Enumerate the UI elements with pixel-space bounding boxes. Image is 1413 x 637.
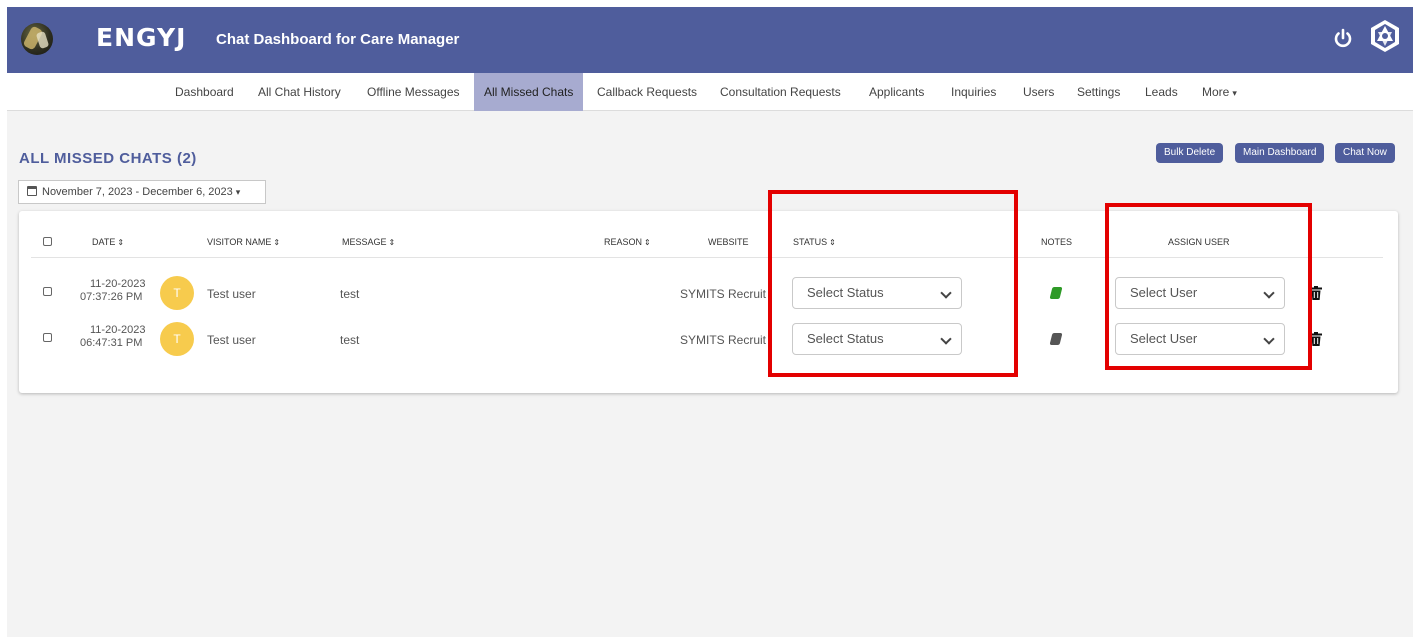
nav-item-offline-messages[interactable]: Offline Messages xyxy=(367,73,460,111)
row-date-time: 07:37:26 PM xyxy=(80,291,143,303)
gem-icon[interactable] xyxy=(1369,19,1401,53)
row-website: SYMITS Recruit xyxy=(680,333,767,347)
nav-item-leads[interactable]: Leads xyxy=(1145,73,1178,111)
sort-icon: ⇕ xyxy=(273,238,281,247)
column-reason-label: REASON xyxy=(604,237,643,247)
caret-down-icon: ▾ xyxy=(235,187,241,197)
row-message: test xyxy=(340,333,360,347)
notes-icon[interactable] xyxy=(1049,333,1063,345)
column-header-date[interactable]: DATE ⇕ xyxy=(92,237,124,247)
avatar: T xyxy=(160,276,194,310)
avatar: T xyxy=(160,322,194,356)
caret-down-icon: ▾ xyxy=(1232,88,1237,98)
sort-icon: ⇕ xyxy=(117,238,125,247)
date-range-picker[interactable]: November 7, 2023 - December 6, 2023 ▾ xyxy=(18,180,266,204)
nav-item-consultation-requests[interactable]: Consultation Requests xyxy=(720,73,841,111)
nav-item-all-chat-history[interactable]: All Chat History xyxy=(258,73,341,111)
row-website: SYMITS Recruit xyxy=(680,287,767,301)
status-highlight-box xyxy=(768,190,1018,377)
chat-now-button[interactable]: Chat Now xyxy=(1335,143,1395,163)
column-message-label: MESSAGE xyxy=(342,237,387,247)
nav-more-label: More xyxy=(1202,85,1230,99)
nav-item-applicants[interactable]: Applicants xyxy=(869,73,924,111)
row-checkbox[interactable] xyxy=(43,333,52,342)
logo-icon[interactable] xyxy=(21,23,53,55)
row-date: 11-20-2023 07:37:26 PM xyxy=(80,278,145,304)
column-visitor-label: VISITOR NAME xyxy=(207,237,272,247)
main-dashboard-button[interactable]: Main Dashboard xyxy=(1235,143,1325,163)
select-all-checkbox[interactable] xyxy=(43,237,52,246)
sort-icon: ⇕ xyxy=(388,238,396,247)
column-date-label: DATE xyxy=(92,237,116,247)
calendar-icon xyxy=(27,186,37,196)
nav-item-inquiries[interactable]: Inquiries xyxy=(951,73,996,111)
nav-item-settings[interactable]: Settings xyxy=(1077,73,1120,111)
row-visitor-name: Test user xyxy=(207,333,256,347)
column-header-message[interactable]: MESSAGE ⇕ xyxy=(342,237,395,247)
column-header-website: WEBSITE xyxy=(708,237,749,247)
column-header-reason[interactable]: REASON ⇕ xyxy=(604,237,651,247)
power-icon[interactable] xyxy=(1332,27,1354,49)
brand-name: ENGYJ xyxy=(96,23,187,52)
row-checkbox[interactable] xyxy=(43,287,52,296)
nav-item-dashboard[interactable]: Dashboard xyxy=(175,73,234,111)
nav-item-more[interactable]: More ▾ xyxy=(1202,73,1237,111)
nav-item-callback-requests[interactable]: Callback Requests xyxy=(597,73,697,111)
main-nav: Dashboard All Chat History Offline Messa… xyxy=(7,73,1413,111)
row-visitor-name: Test user xyxy=(207,287,256,301)
bulk-delete-button[interactable]: Bulk Delete xyxy=(1156,143,1224,163)
row-date: 11-20-2023 06:47:31 PM xyxy=(80,324,145,350)
header-bar: ENGYJ Chat Dashboard for Care Manager xyxy=(7,7,1413,73)
nav-item-all-missed-chats[interactable]: All Missed Chats xyxy=(474,73,584,111)
notes-icon[interactable] xyxy=(1049,287,1063,299)
column-header-notes: NOTES xyxy=(1041,237,1073,247)
page-title: ALL MISSED CHATS (2) xyxy=(19,150,197,167)
sort-icon: ⇕ xyxy=(644,238,651,247)
row-date-day: 11-20-2023 xyxy=(90,324,146,336)
row-date-day: 11-20-2023 xyxy=(90,278,146,290)
assign-user-highlight-box xyxy=(1105,203,1312,370)
nav-item-users[interactable]: Users xyxy=(1023,73,1054,111)
column-header-visitor-name[interactable]: VISITOR NAME ⇕ xyxy=(207,237,280,247)
row-date-time: 06:47:31 PM xyxy=(80,337,143,349)
row-message: test xyxy=(340,287,360,301)
header-subtitle: Chat Dashboard for Care Manager xyxy=(216,31,460,48)
date-range-value: November 7, 2023 - December 6, 2023 xyxy=(42,186,233,198)
